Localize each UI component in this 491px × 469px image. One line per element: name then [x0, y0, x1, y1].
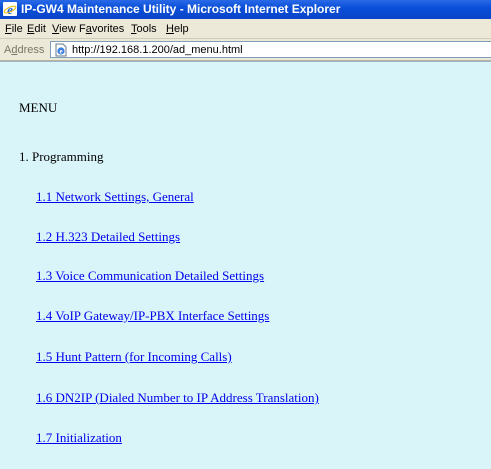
menu-help-label: elp — [173, 23, 189, 35]
menu-help-accelerator: H — [166, 23, 174, 35]
address-url: http://192.168.1.200/ad_menu.html — [72, 44, 243, 56]
menu-favorites-prefix: F — [79, 23, 86, 35]
menu-view[interactable]: View — [52, 23, 76, 35]
link-voice-communication-detailed-settings[interactable]: 1.3 Voice Communication Detailed Setting… — [36, 268, 264, 284]
menu-favorites-label: vorites — [91, 23, 125, 35]
menu-view-label: iew — [59, 23, 76, 35]
svg-text:e: e — [7, 2, 13, 16]
window-title: IP-GW4 Maintenance Utility - Microsoft I… — [21, 2, 341, 16]
menu-favorites[interactable]: Favorites — [79, 23, 124, 35]
section-heading-programming: 1. Programming — [19, 149, 104, 164]
link-hunt-pattern[interactable]: 1.5 Hunt Pattern (for Incoming Calls) — [36, 349, 232, 365]
link-h323-detailed-settings[interactable]: 1.2 H.323 Detailed Settings — [36, 229, 180, 245]
svg-text:e: e — [59, 48, 62, 56]
address-bar: Address e http://192.168.1.200/ad_menu.h… — [0, 39, 491, 61]
menu-tools[interactable]: Tools — [131, 23, 157, 35]
menu-tools-label: ools — [136, 23, 157, 35]
menu-help[interactable]: Help — [166, 23, 189, 35]
page-content: MENU 1. Programming 1.1 Network Settings… — [0, 61, 491, 469]
address-field[interactable]: e http://192.168.1.200/ad_menu.html — [50, 41, 491, 58]
link-initialization[interactable]: 1.7 Initialization — [36, 430, 122, 446]
menu-file-accelerator: F — [5, 23, 12, 35]
link-dn2ip[interactable]: 1.6 DN2IP (Dialed Number to IP Address T… — [36, 390, 319, 406]
address-label: Address — [4, 44, 44, 56]
link-voip-gateway-ip-pbx-interface-settings[interactable]: 1.4 VoIP Gateway/IP-PBX Interface Settin… — [36, 308, 269, 324]
page-heading: MENU — [19, 100, 58, 115]
internet-explorer-icon: e — [3, 2, 17, 17]
menu-edit-label: dit — [34, 23, 46, 35]
address-label-rest: dress — [17, 44, 45, 56]
web-page-icon: e — [54, 43, 68, 57]
menu-edit[interactable]: Edit — [27, 23, 46, 35]
menu-file-label: ile — [11, 23, 23, 35]
menu-file[interactable]: File — [5, 23, 23, 35]
title-bar[interactable]: e IP-GW4 Maintenance Utility - Microsoft… — [0, 0, 491, 19]
link-network-settings-general[interactable]: 1.1 Network Settings, General — [36, 189, 194, 205]
menu-bar: File Edit View Favorites Tools Help — [0, 19, 491, 39]
